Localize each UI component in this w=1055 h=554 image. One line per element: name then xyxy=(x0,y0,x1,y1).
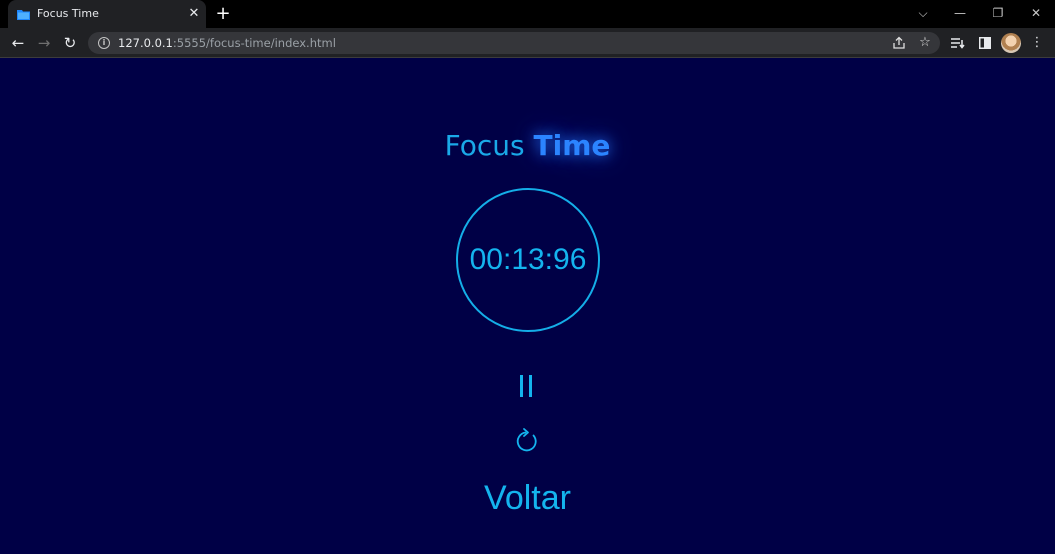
new-tab-button[interactable]: + xyxy=(213,4,233,24)
timer-circle: 00:13:96 xyxy=(456,188,600,332)
timer-display: 00:13:96 xyxy=(469,243,587,276)
folder-icon xyxy=(17,10,30,20)
address-bar[interactable]: i 127.0.0.1:5555/focus-time/index.html ☆ xyxy=(88,32,940,54)
reset-icon xyxy=(516,428,537,452)
star-icon[interactable]: ☆ xyxy=(916,34,934,52)
back-link[interactable]: Voltar xyxy=(0,479,1055,518)
title-time: Time xyxy=(533,129,611,162)
kebab-menu-icon[interactable]: ⋮ xyxy=(1027,33,1047,53)
close-window-button[interactable]: ✕ xyxy=(1018,0,1054,28)
tab-search-button[interactable]: ⌵ xyxy=(905,0,941,28)
reload-button[interactable]: ↻ xyxy=(59,32,81,54)
browser-tab[interactable]: Focus Time ✕ xyxy=(8,0,206,28)
reading-list-icon[interactable] xyxy=(948,33,968,53)
reset-button[interactable] xyxy=(514,425,542,455)
pause-icon xyxy=(520,375,523,397)
pause-icon xyxy=(529,375,532,397)
title-focus: Focus xyxy=(444,129,534,162)
forward-button[interactable]: → xyxy=(33,32,55,54)
browser-toolbar: ← → ↻ i 127.0.0.1:5555/focus-time/index.… xyxy=(0,28,1055,58)
info-icon[interactable]: i xyxy=(98,37,110,49)
back-button[interactable]: ← xyxy=(7,32,29,54)
tab-close-button[interactable]: ✕ xyxy=(185,5,203,23)
avatar[interactable] xyxy=(1001,33,1021,53)
url-text[interactable]: 127.0.0.1:5555/focus-time/index.html xyxy=(118,36,336,50)
pause-button[interactable] xyxy=(514,371,542,401)
restore-button[interactable]: ❐ xyxy=(980,0,1016,28)
minimize-button[interactable]: — xyxy=(942,0,978,28)
page-title: Focus Time xyxy=(0,129,1055,162)
url-path: :5555/focus-time/index.html xyxy=(172,36,336,50)
url-host: 127.0.0.1 xyxy=(118,36,173,50)
tab-title: Focus Time xyxy=(37,7,99,20)
focus-time-page: Focus Time 00:13:96 Voltar xyxy=(0,59,1055,554)
tab-strip: Focus Time ✕ + ⌵ — ❐ ✕ xyxy=(0,0,1055,28)
side-panel-icon[interactable] xyxy=(975,33,995,53)
share-icon[interactable] xyxy=(890,34,908,52)
